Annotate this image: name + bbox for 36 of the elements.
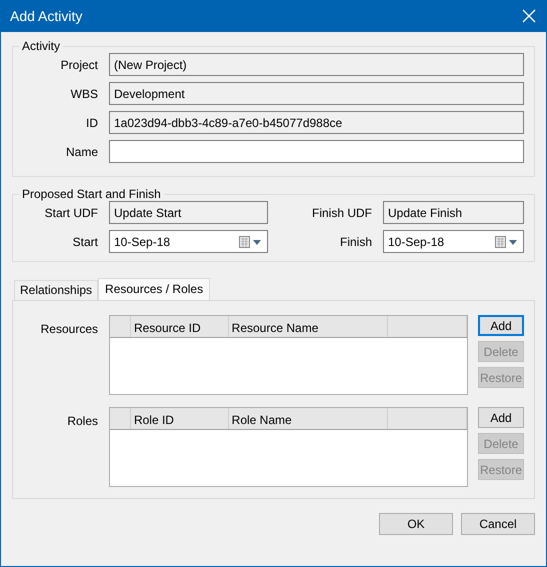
field-label: Start UDF (44, 204, 98, 222)
field-label: Finish UDF (310, 204, 372, 222)
calendar-dropdown-icon[interactable] (495, 236, 519, 248)
column-header[interactable]: Role ID (130, 408, 229, 429)
field-label: Project (60, 56, 98, 74)
column-header[interactable]: Resource Name (228, 316, 388, 337)
close-icon[interactable] (522, 9, 536, 23)
date-value: 10-Sep-18 (114, 234, 170, 250)
tab[interactable]: Relationships (14, 280, 98, 300)
readonly-field: Development (109, 82, 524, 105)
calendar-dropdown-icon[interactable] (239, 236, 263, 248)
column-header[interactable]: Role Name (228, 408, 388, 429)
field-label: WBS (70, 86, 98, 102)
readonly-field: 1a023d94-dbb3-4c89-a7e0-b45077d988ce (109, 111, 524, 134)
input-field[interactable] (109, 140, 524, 163)
column-header[interactable]: Resource ID (130, 316, 229, 337)
section-label: Roles (66, 413, 98, 430)
dialog-button[interactable]: Cancel (461, 513, 535, 535)
date-value: 10-Sep-18 (388, 234, 444, 250)
window-title: Add Activity (10, 6, 82, 26)
field-label: ID (85, 114, 98, 132)
group-title: Proposed Start and Finish (21, 187, 162, 201)
section-label: Resources (40, 321, 98, 338)
field-label: Start (72, 234, 98, 250)
readonly-field: Update Finish (383, 201, 524, 224)
readonly-field: Update Start (109, 201, 268, 224)
field-label: Finish (338, 234, 372, 250)
button[interactable]: Add (478, 407, 524, 428)
dialog-button[interactable]: OK (379, 513, 453, 535)
tab[interactable]: Resources / Roles (98, 278, 210, 301)
group-title: Activity (21, 39, 62, 53)
readonly-field: (New Project) (109, 53, 524, 76)
date-picker[interactable]: 10-Sep-18 (383, 230, 524, 253)
date-picker[interactable]: 10-Sep-18 (109, 230, 268, 253)
button[interactable]: Add (478, 315, 524, 336)
field-label: Name (64, 144, 98, 160)
